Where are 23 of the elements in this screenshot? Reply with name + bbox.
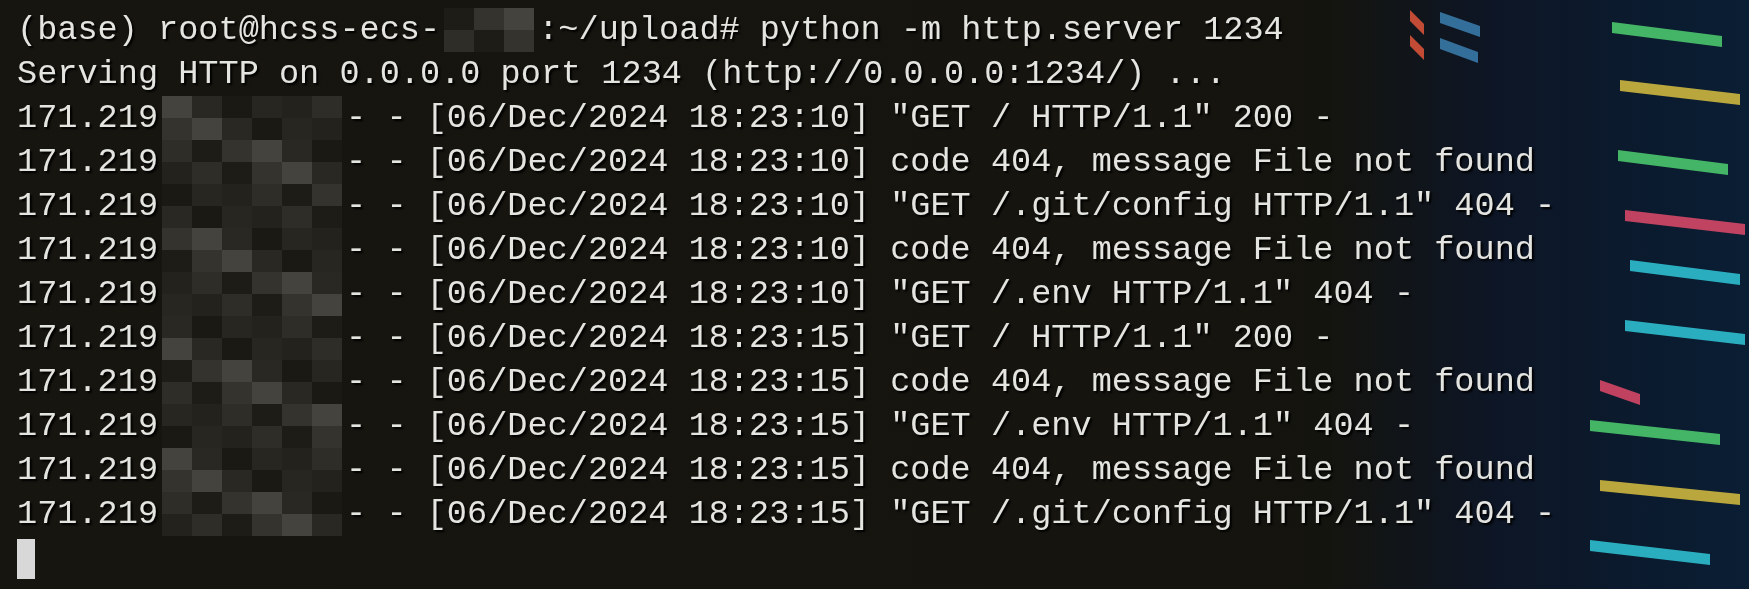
terminal-line-text: (base) root@hcss-ecs- — [17, 10, 441, 51]
terminal-line-text: - - [06/Dec/2024 18:23:15] "GET /.env HTTP/1.1" 404 - — [346, 406, 1415, 447]
terminal-line-text: 171.219 — [17, 230, 159, 271]
terminal-line-text: - - [06/Dec/2024 18:23:15] "GET / HTTP/1.1" 200 - — [346, 318, 1334, 359]
terminal-line-text: 171.219 — [17, 450, 159, 491]
terminal-line-text: 171.219 — [17, 142, 159, 183]
terminal-line-text: :~/upload# python -m http.server 1234 — [538, 10, 1284, 51]
terminal-line-text: 171.219 — [17, 318, 159, 359]
terminal-line-text: - - [06/Dec/2024 18:23:10] "GET /.env HTTP/1.1" 404 - — [346, 274, 1415, 315]
terminal-line-text: Serving HTTP on 0.0.0.0 port 1234 (http://0.0.0.0:1234/) ... — [17, 54, 1226, 95]
terminal-line-text: - - [06/Dec/2024 18:23:10] code 404, message File not found — [346, 230, 1535, 271]
terminal-line-text: 171.219 — [17, 362, 159, 403]
terminal-line-text: 171.219 — [17, 274, 159, 315]
terminal-line-text: 171.219 — [17, 406, 159, 447]
terminal-line-text: - - [06/Dec/2024 18:23:10] "GET /.git/config HTTP/1.1" 404 - — [346, 186, 1556, 227]
terminal-line-text: - - [06/Dec/2024 18:23:10] code 404, message File not found — [346, 142, 1535, 183]
terminal-line-text: 171.219 — [17, 98, 159, 139]
terminal-line-text: - - [06/Dec/2024 18:23:15] code 404, message File not found — [346, 362, 1535, 403]
terminal-line-text: 171.219 — [17, 494, 159, 535]
terminal-line-text: - - [06/Dec/2024 18:23:10] "GET / HTTP/1.1" 200 - — [346, 98, 1334, 139]
terminal-line-text: 171.219 — [17, 186, 159, 227]
terminal-line-text: - - [06/Dec/2024 18:23:15] "GET /.git/config HTTP/1.1" 404 - — [346, 494, 1556, 535]
terminal-line-text: - - [06/Dec/2024 18:23:15] code 404, message File not found — [346, 450, 1535, 491]
